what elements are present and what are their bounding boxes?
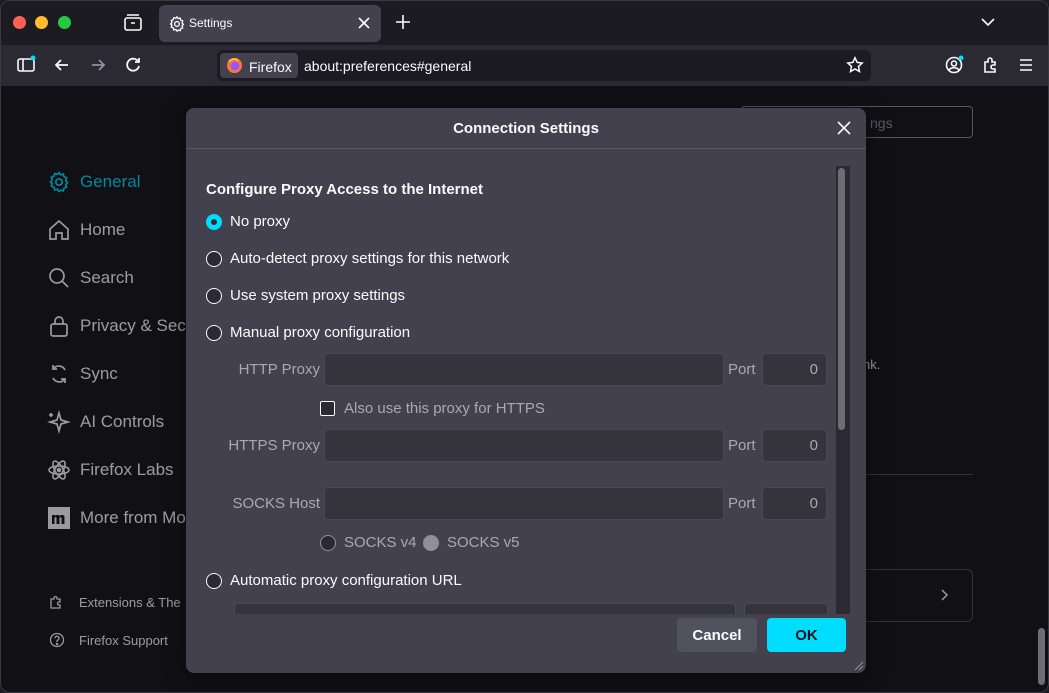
tab-manager-icon[interactable] <box>122 12 144 34</box>
chevron-down-icon[interactable] <box>980 14 996 30</box>
https-port-input[interactable]: 0 <box>762 429 827 462</box>
http-proxy-input[interactable] <box>324 353 724 386</box>
radio-label: Automatic proxy configuration URL <box>230 572 462 589</box>
radio-button[interactable] <box>206 213 222 230</box>
also-https-checkbox[interactable] <box>320 401 335 416</box>
account-icon[interactable] <box>944 55 964 75</box>
tab-strip: Settings <box>1 1 1048 45</box>
reload-url-button[interactable] <box>744 603 828 614</box>
radio-label: SOCKS v5 <box>447 534 520 551</box>
sidebar-icon[interactable] <box>16 55 36 75</box>
radio-auto-proxy-url[interactable]: Automatic proxy configuration URL <box>206 572 462 589</box>
resize-grip-icon[interactable] <box>852 659 864 671</box>
http-port-label: Port <box>728 361 756 378</box>
dialog-title: Connection Settings <box>453 120 599 137</box>
radio-button[interactable] <box>206 572 222 589</box>
bookmark-star-icon[interactable] <box>846 56 864 74</box>
socks-port-label: Port <box>728 495 756 512</box>
checkbox-label: Also use this proxy for HTTPS <box>344 400 545 417</box>
nav-toolbar: Firefox about:preferences#general <box>1 45 1048 86</box>
radio-button[interactable] <box>206 250 222 267</box>
firefox-logo-icon <box>226 57 243 74</box>
radio-button[interactable] <box>423 534 439 551</box>
browser-window: Settings Firefox about:preferences#gener… <box>0 0 1049 693</box>
also-https-checkbox-row[interactable]: Also use this proxy for HTTPS <box>320 400 545 417</box>
close-icon[interactable] <box>836 120 852 136</box>
radio-label: No proxy <box>230 213 291 230</box>
radio-button[interactable] <box>206 324 222 341</box>
url-text[interactable]: about:preferences#general <box>304 58 471 74</box>
radio-button[interactable] <box>320 534 336 551</box>
connection-settings-dialog: Connection Settings Configure Proxy Acce… <box>186 108 866 673</box>
ok-button[interactable]: OK <box>767 618 846 652</box>
radio-label: Use system proxy settings <box>230 287 406 304</box>
identity-label: Firefox <box>249 59 292 75</box>
https-proxy-input[interactable] <box>324 429 724 462</box>
radio-no-proxy[interactable]: No proxy <box>206 213 290 230</box>
socks-port-input[interactable]: 0 <box>762 487 827 520</box>
page-scrollbar[interactable] <box>1038 628 1045 685</box>
menu-icon[interactable] <box>1016 55 1036 75</box>
http-port-input[interactable]: 0 <box>762 353 827 386</box>
radio-socks-v4[interactable]: SOCKS v4 <box>320 534 417 551</box>
zoom-window-button[interactable] <box>58 16 71 29</box>
socks-host-input[interactable] <box>324 487 724 520</box>
radio-auto-detect[interactable]: Auto-detect proxy settings for this netw… <box>206 250 509 267</box>
cancel-button[interactable]: Cancel <box>677 618 757 652</box>
new-tab-icon[interactable] <box>394 13 412 31</box>
dialog-scrollbar-thumb[interactable] <box>838 168 845 430</box>
forward-arrow-icon[interactable] <box>88 55 108 75</box>
gear-icon <box>169 15 185 33</box>
url-bar[interactable]: Firefox about:preferences#general <box>217 50 871 81</box>
tab-settings[interactable]: Settings <box>159 5 381 42</box>
radio-button[interactable] <box>206 287 222 304</box>
socks-host-label: SOCKS Host <box>232 495 320 512</box>
close-tab-icon[interactable] <box>357 16 371 30</box>
radio-label: SOCKS v4 <box>344 534 417 551</box>
http-proxy-label: HTTP Proxy <box>238 361 320 378</box>
back-arrow-icon[interactable] <box>52 55 72 75</box>
identity-box[interactable]: Firefox <box>220 53 298 78</box>
radio-label: Auto-detect proxy settings for this netw… <box>230 250 510 267</box>
dialog-content: Configure Proxy Access to the Internet N… <box>186 150 850 614</box>
dialog-header: Connection Settings <box>186 108 866 149</box>
section-title: Configure Proxy Access to the Internet <box>206 181 484 198</box>
radio-socks-v5[interactable]: SOCKS v5 <box>423 534 520 551</box>
radio-label: Manual proxy configuration <box>230 324 411 341</box>
tab-title: Settings <box>189 16 233 30</box>
auto-proxy-url-input[interactable] <box>234 603 736 614</box>
https-port-label: Port <box>728 437 756 454</box>
minimize-window-button[interactable] <box>35 16 48 29</box>
radio-system-proxy[interactable]: Use system proxy settings <box>206 287 405 304</box>
extensions-icon[interactable] <box>981 55 1001 75</box>
radio-manual-proxy[interactable]: Manual proxy configuration <box>206 324 410 341</box>
reload-icon[interactable] <box>123 55 143 75</box>
close-window-button[interactable] <box>13 16 26 29</box>
https-proxy-label: HTTPS Proxy <box>228 437 320 454</box>
